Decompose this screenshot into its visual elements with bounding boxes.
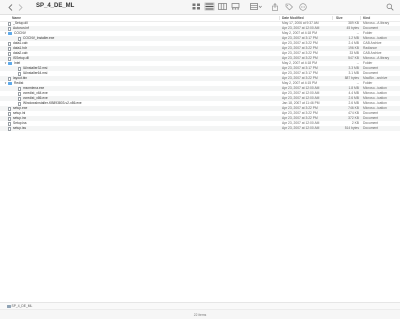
path-item-label: SP_4_DE_ML: [11, 304, 33, 308]
group-by-button[interactable]: [249, 2, 263, 11]
column-date-header[interactable]: Date Modified: [282, 16, 304, 20]
folder-icon: [8, 32, 12, 35]
column-divider[interactable]: [332, 16, 333, 20]
column-size-header[interactable]: Size: [336, 16, 343, 20]
document-icon: [18, 101, 21, 106]
status-text: 22 items: [193, 313, 207, 317]
share-icon: [272, 3, 278, 11]
icon-view-button[interactable]: [191, 2, 202, 11]
grid-icon: [192, 3, 200, 10]
document-icon: [8, 21, 11, 26]
share-button[interactable]: [271, 2, 279, 12]
more-actions-button[interactable]: [299, 2, 307, 12]
finder-window: SP_4_DE_ML Name Date Modified Size Kind …: [0, 0, 400, 319]
list-icon: [205, 3, 214, 10]
path-item[interactable]: SP_4_DE_ML: [7, 304, 32, 308]
document-icon: [8, 116, 11, 121]
view-switcher: [191, 2, 241, 11]
disk-icon: [7, 304, 11, 308]
search-button[interactable]: [386, 2, 394, 12]
window-title: SP_4_DE_ML: [36, 3, 75, 9]
file-list: _Setup.dll May 17, 2006 at 9:37 AM 389 KB M…: [0, 21, 400, 131]
folder-icon: [8, 62, 12, 65]
tag-icon: [285, 3, 293, 11]
list-view-button[interactable]: [204, 2, 215, 11]
file-kind: Document: [363, 126, 379, 130]
document-icon: [18, 96, 21, 101]
document-icon: [8, 76, 11, 81]
tag-button[interactable]: [285, 2, 293, 12]
column-divider[interactable]: [279, 16, 280, 20]
gallery-view-button[interactable]: [230, 2, 241, 11]
file-date: Apr 23, 2007 at 12:00 AM: [282, 126, 320, 130]
chevron-left-icon: [7, 3, 12, 11]
column-view-button[interactable]: [217, 2, 228, 11]
document-icon: [8, 111, 11, 116]
search-icon: [386, 3, 394, 11]
document-icon: [18, 66, 21, 71]
file-name-cell: setup.iss: [4, 126, 26, 131]
document-icon: [18, 91, 21, 96]
gallery-icon: [231, 3, 240, 10]
document-icon: [18, 36, 21, 41]
back-button[interactable]: [6, 2, 14, 12]
chevron-right-icon: [18, 3, 23, 11]
document-icon: [18, 71, 21, 76]
document-icon: [8, 26, 11, 31]
forward-button[interactable]: [16, 2, 24, 12]
document-icon: [8, 41, 11, 46]
column-kind-header[interactable]: Kind: [363, 16, 370, 20]
column-divider[interactable]: [360, 16, 361, 20]
document-icon: [8, 51, 11, 56]
file-size: 514 bytes: [344, 126, 359, 130]
file-name: setup.iss: [13, 126, 27, 130]
column-name-header[interactable]: Name: [12, 16, 21, 20]
document-icon: [8, 56, 11, 61]
arrange-icon: [250, 3, 262, 10]
document-icon: [8, 46, 11, 51]
toolbar: SP_4_DE_ML: [0, 0, 400, 15]
document-icon: [8, 106, 11, 111]
columns-icon: [218, 3, 227, 10]
file-row[interactable]: setup.iss Apr 23, 2007 at 12:00 AM 514 byt…: [0, 126, 400, 131]
document-icon: [18, 86, 21, 91]
folder-icon: [8, 82, 12, 85]
document-icon: [8, 126, 11, 131]
path-bar: SP_4_DE_ML: [0, 302, 400, 309]
document-icon: [8, 121, 11, 126]
ellipsis-circle-icon: [299, 3, 307, 11]
